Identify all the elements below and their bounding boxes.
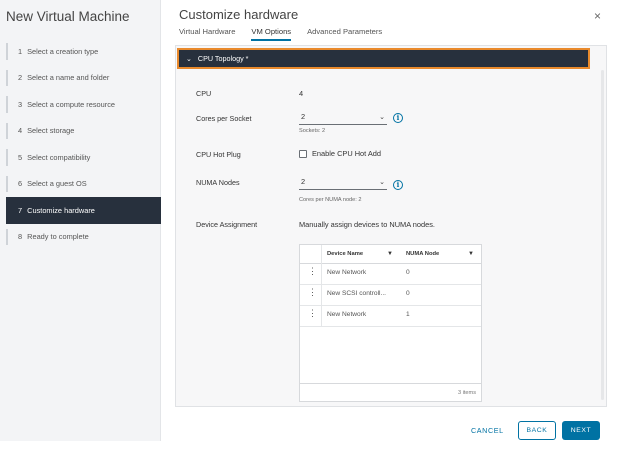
filter-icon[interactable]: ▼ xyxy=(468,251,474,257)
wizard-step-7[interactable]: 7 Customize hardware xyxy=(6,197,161,224)
device-assignment-value: Manually assign devices to NUMA nodes. xyxy=(299,220,435,229)
cancel-button[interactable]: CANCEL xyxy=(471,426,504,435)
sockets-hint: Sockets: 2 xyxy=(299,128,326,134)
chevron-down-icon: ⌄ xyxy=(379,114,385,121)
cpu-topology-header[interactable]: ⌄ CPU Topology * xyxy=(177,48,590,69)
grid-header: Device Name ▼ NUMA Node ▼ xyxy=(300,245,481,264)
row-menu-icon[interactable]: ⋮ xyxy=(308,267,317,276)
wizard-step-label: Select a name and folder xyxy=(27,73,110,83)
cpu-hot-plug-label: CPU Hot Plug xyxy=(196,150,241,159)
wizard-step-label: Select a compute resource xyxy=(27,99,116,109)
table-row[interactable]: ⋮ New SCSI controll... 0 xyxy=(300,285,481,306)
tab-bar: Virtual Hardware VM Options Advanced Par… xyxy=(179,27,398,41)
wizard-step-6[interactable]: 6 Select a guest OS xyxy=(6,171,161,198)
tab-vm-options[interactable]: VM Options xyxy=(251,27,292,41)
cores-per-socket-select[interactable]: 2 ⌄ xyxy=(299,112,387,125)
wizard-step-label: Select storage xyxy=(27,126,75,136)
checkbox-box[interactable] xyxy=(299,149,307,158)
table-row[interactable]: ⋮ New Network 0 xyxy=(300,264,481,285)
numa-nodes-value: 2 xyxy=(301,177,306,186)
section-title: CPU Topology * xyxy=(197,54,249,63)
chevron-down-icon: ⌄ xyxy=(186,55,192,63)
next-button[interactable]: NEXT xyxy=(562,421,600,440)
column-device-name[interactable]: Device Name xyxy=(327,251,363,257)
column-numa-node[interactable]: NUMA Node xyxy=(406,251,439,257)
wizard-step-label: Select a guest OS xyxy=(27,179,87,189)
info-icon[interactable]: i xyxy=(393,180,403,190)
wizard-title: New Virtual Machine xyxy=(6,9,130,24)
cpu-value: 4 xyxy=(299,89,304,98)
numa-node-cell[interactable]: 1 xyxy=(406,311,410,318)
numa-nodes-select[interactable]: 2 ⌄ xyxy=(299,177,387,190)
close-icon[interactable]: × xyxy=(594,10,601,22)
wizard-step-1[interactable]: 1 Select a creation type xyxy=(6,38,161,65)
table-row[interactable]: ⋮ New Network 1 xyxy=(300,306,481,327)
wizard-step-label: Customize hardware xyxy=(27,205,95,215)
wizard-step-8[interactable]: 8 Ready to complete xyxy=(6,224,161,251)
content-panel: ⌄ CPU Topology * CPU 4 Cores per Socket … xyxy=(175,45,607,407)
enable-cpu-hot-add-checkbox[interactable]: Enable CPU Hot Add xyxy=(299,149,381,158)
wizard-step-4[interactable]: 4 Select storage xyxy=(6,118,161,145)
page-title: Customize hardware xyxy=(179,7,299,22)
device-grid: Device Name ▼ NUMA Node ▼ ⋮ New Network … xyxy=(299,244,482,402)
info-icon[interactable]: i xyxy=(393,113,403,123)
tab-virtual-hardware[interactable]: Virtual Hardware xyxy=(179,27,235,41)
tab-advanced-parameters[interactable]: Advanced Parameters xyxy=(307,27,382,41)
row-menu-icon[interactable]: ⋮ xyxy=(308,288,317,297)
scrollbar[interactable] xyxy=(601,70,604,400)
device-name-cell: New Network xyxy=(327,311,367,318)
wizard-step-2[interactable]: 2 Select a name and folder xyxy=(6,65,161,92)
device-name-cell: New SCSI controll... xyxy=(327,290,386,297)
numa-node-cell[interactable]: 0 xyxy=(406,290,410,297)
device-name-cell: New Network xyxy=(327,269,367,276)
cores-per-socket-label: Cores per Socket xyxy=(196,114,252,123)
back-button[interactable]: BACK xyxy=(518,421,556,440)
checkbox-label: Enable CPU Hot Add xyxy=(312,149,382,158)
row-menu-icon[interactable]: ⋮ xyxy=(308,309,317,318)
wizard-step-label: Ready to complete xyxy=(27,232,89,242)
wizard-step-label: Select compatibility xyxy=(27,152,91,162)
chevron-down-icon: ⌄ xyxy=(379,179,385,186)
wizard-step-label: Select a creation type xyxy=(27,46,99,56)
numa-nodes-label: NUMA Nodes xyxy=(196,178,240,187)
wizard-steps: 1 Select a creation type 2 Select a name a… xyxy=(6,38,161,250)
numa-node-cell[interactable]: 0 xyxy=(406,269,410,276)
wizard-step-5[interactable]: 5 Select compatibility xyxy=(6,144,161,171)
filter-icon[interactable]: ▼ xyxy=(387,251,393,257)
wizard-step-3[interactable]: 3 Select a compute resource xyxy=(6,91,161,118)
wizard-sidebar: New Virtual Machine 1 Select a creation t… xyxy=(0,0,161,441)
cores-per-numa-hint: Cores per NUMA node: 2 xyxy=(299,197,362,203)
cpu-label: CPU xyxy=(196,89,212,98)
cores-per-socket-value: 2 xyxy=(301,112,306,121)
grid-footer: 3 items xyxy=(300,383,481,401)
device-assignment-label: Device Assignment xyxy=(196,220,258,229)
